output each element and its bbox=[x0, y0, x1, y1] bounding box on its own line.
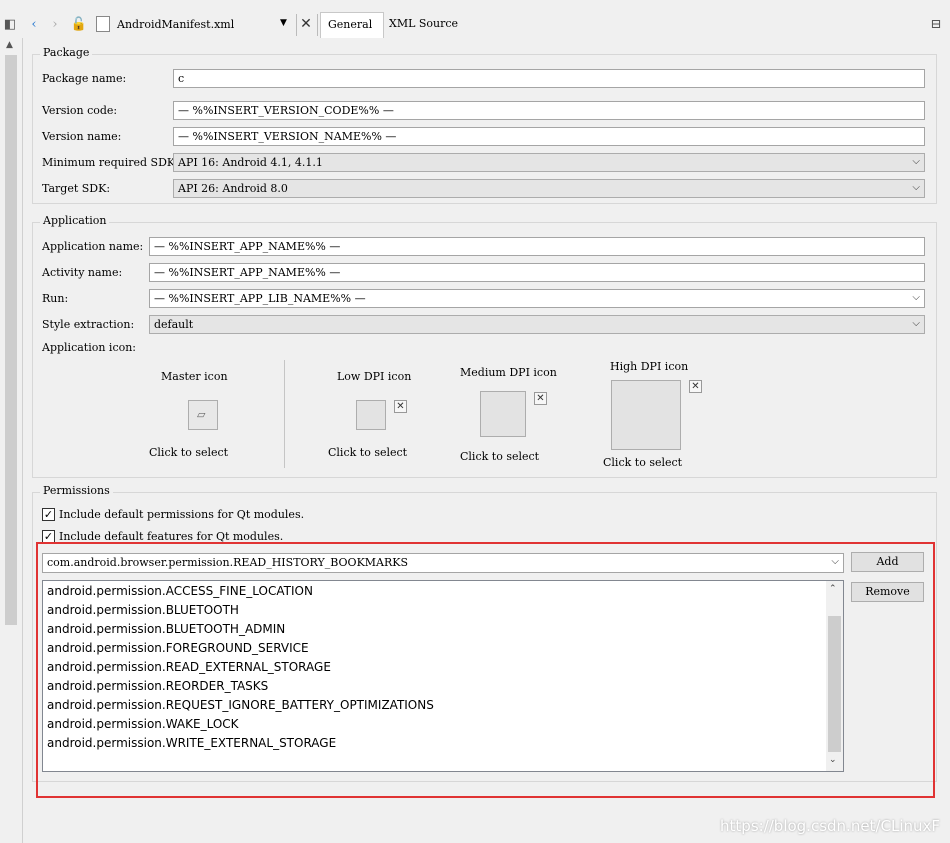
version-name-label: Version name: bbox=[42, 130, 122, 143]
version-code-label: Version code: bbox=[42, 104, 118, 117]
app-icon-label: Application icon: bbox=[42, 341, 137, 354]
version-name-field[interactable]: — %%INSERT_VERSION_NAME%% — bbox=[173, 127, 925, 146]
close-icon[interactable]: ✕ bbox=[394, 400, 407, 413]
application-group bbox=[32, 222, 937, 478]
activity-name-label: Activity name: bbox=[42, 266, 123, 279]
watermark: https://blog.csdn.net/CLinuxF bbox=[720, 817, 940, 835]
style-extraction-select[interactable]: default ⌵ bbox=[149, 315, 925, 334]
medium-dpi-icon-box[interactable] bbox=[480, 391, 526, 437]
package-name-field[interactable]: c bbox=[173, 69, 925, 88]
vertical-scrollbar-thumb[interactable] bbox=[5, 55, 17, 625]
style-extraction-label: Style extraction: bbox=[42, 318, 135, 331]
high-click-to-select[interactable]: Click to select bbox=[603, 456, 682, 469]
include-permissions-label: Include default permissions for Qt modul… bbox=[59, 508, 305, 521]
chevron-down-icon: ⌵ bbox=[912, 318, 920, 329]
run-select[interactable]: — %%INSERT_APP_LIB_NAME%% — ⌵ bbox=[149, 289, 925, 308]
target-sdk-label: Target SDK: bbox=[42, 182, 111, 195]
min-sdk-value: API 16: Android 4.1, 4.1.1 bbox=[178, 156, 323, 169]
xml-file-icon bbox=[96, 16, 110, 32]
app-name-label: Application name: bbox=[42, 240, 144, 253]
tab-xml-source[interactable]: XML Source bbox=[389, 17, 458, 30]
icon-divider bbox=[284, 360, 285, 468]
highlight-box bbox=[36, 542, 935, 798]
close-icon[interactable]: ✕ bbox=[689, 380, 702, 393]
version-code-field[interactable]: — %%INSERT_VERSION_CODE%% — bbox=[173, 101, 925, 120]
folder-icon: ▱ bbox=[197, 408, 206, 421]
package-legend: Package bbox=[40, 46, 93, 59]
low-dpi-icon-box[interactable] bbox=[356, 400, 386, 430]
high-dpi-icon-box[interactable] bbox=[611, 380, 681, 450]
split-view-icon[interactable]: ⊟ bbox=[928, 16, 944, 32]
include-permissions-checkbox[interactable]: ✓ bbox=[42, 508, 55, 521]
scroll-up-icon[interactable]: ▲ bbox=[6, 40, 13, 50]
style-extraction-value: default bbox=[154, 318, 194, 331]
chevron-down-icon: ⌵ bbox=[912, 156, 920, 167]
run-value: — %%INSERT_APP_LIB_NAME%% — bbox=[154, 292, 366, 305]
low-dpi-icon-label: Low DPI icon bbox=[337, 370, 412, 383]
medium-dpi-icon-label: Medium DPI icon bbox=[460, 366, 557, 379]
target-sdk-select[interactable]: API 26: Android 8.0 ⌵ bbox=[173, 179, 925, 198]
min-sdk-label: Minimum required SDK: bbox=[42, 156, 179, 169]
application-legend: Application bbox=[40, 214, 110, 227]
chevron-down-icon: ⌵ bbox=[912, 292, 920, 303]
file-name: AndroidManifest.xml bbox=[117, 18, 235, 31]
chevron-down-icon[interactable]: ▼ bbox=[280, 18, 287, 28]
forward-arrow-icon[interactable]: › bbox=[47, 16, 63, 32]
close-icon[interactable]: ✕ bbox=[298, 16, 314, 32]
open-file-selector[interactable]: AndroidManifest.xml ▼ bbox=[94, 14, 296, 34]
activity-name-field[interactable]: — %%INSERT_APP_NAME%% — bbox=[149, 263, 925, 282]
package-name-label: Package name: bbox=[42, 72, 127, 85]
min-sdk-select[interactable]: API 16: Android 4.1, 4.1.1 ⌵ bbox=[173, 153, 925, 172]
tab-general[interactable]: General bbox=[320, 12, 384, 38]
editor-toolbar: ◧ ‹ › 🔓 AndroidManifest.xml ▼ ✕ General … bbox=[0, 12, 950, 39]
close-icon[interactable]: ✕ bbox=[534, 392, 547, 405]
master-click-to-select[interactable]: Click to select bbox=[149, 446, 228, 459]
low-click-to-select[interactable]: Click to select bbox=[328, 446, 407, 459]
master-icon-label: Master icon bbox=[161, 370, 228, 383]
app-name-field[interactable]: — %%INSERT_APP_NAME%% — bbox=[149, 237, 925, 256]
lock-icon: 🔓 bbox=[70, 16, 88, 32]
permissions-legend: Permissions bbox=[40, 484, 113, 497]
medium-click-to-select[interactable]: Click to select bbox=[460, 450, 539, 463]
panel-toggle-icon[interactable]: ◧ bbox=[2, 16, 18, 32]
target-sdk-value: API 26: Android 8.0 bbox=[178, 182, 288, 195]
high-dpi-icon-label: High DPI icon bbox=[610, 360, 689, 373]
master-icon-button[interactable]: ▱ bbox=[188, 400, 218, 430]
run-label: Run: bbox=[42, 292, 69, 305]
chevron-down-icon: ⌵ bbox=[912, 182, 920, 193]
back-arrow-icon[interactable]: ‹ bbox=[26, 16, 42, 32]
